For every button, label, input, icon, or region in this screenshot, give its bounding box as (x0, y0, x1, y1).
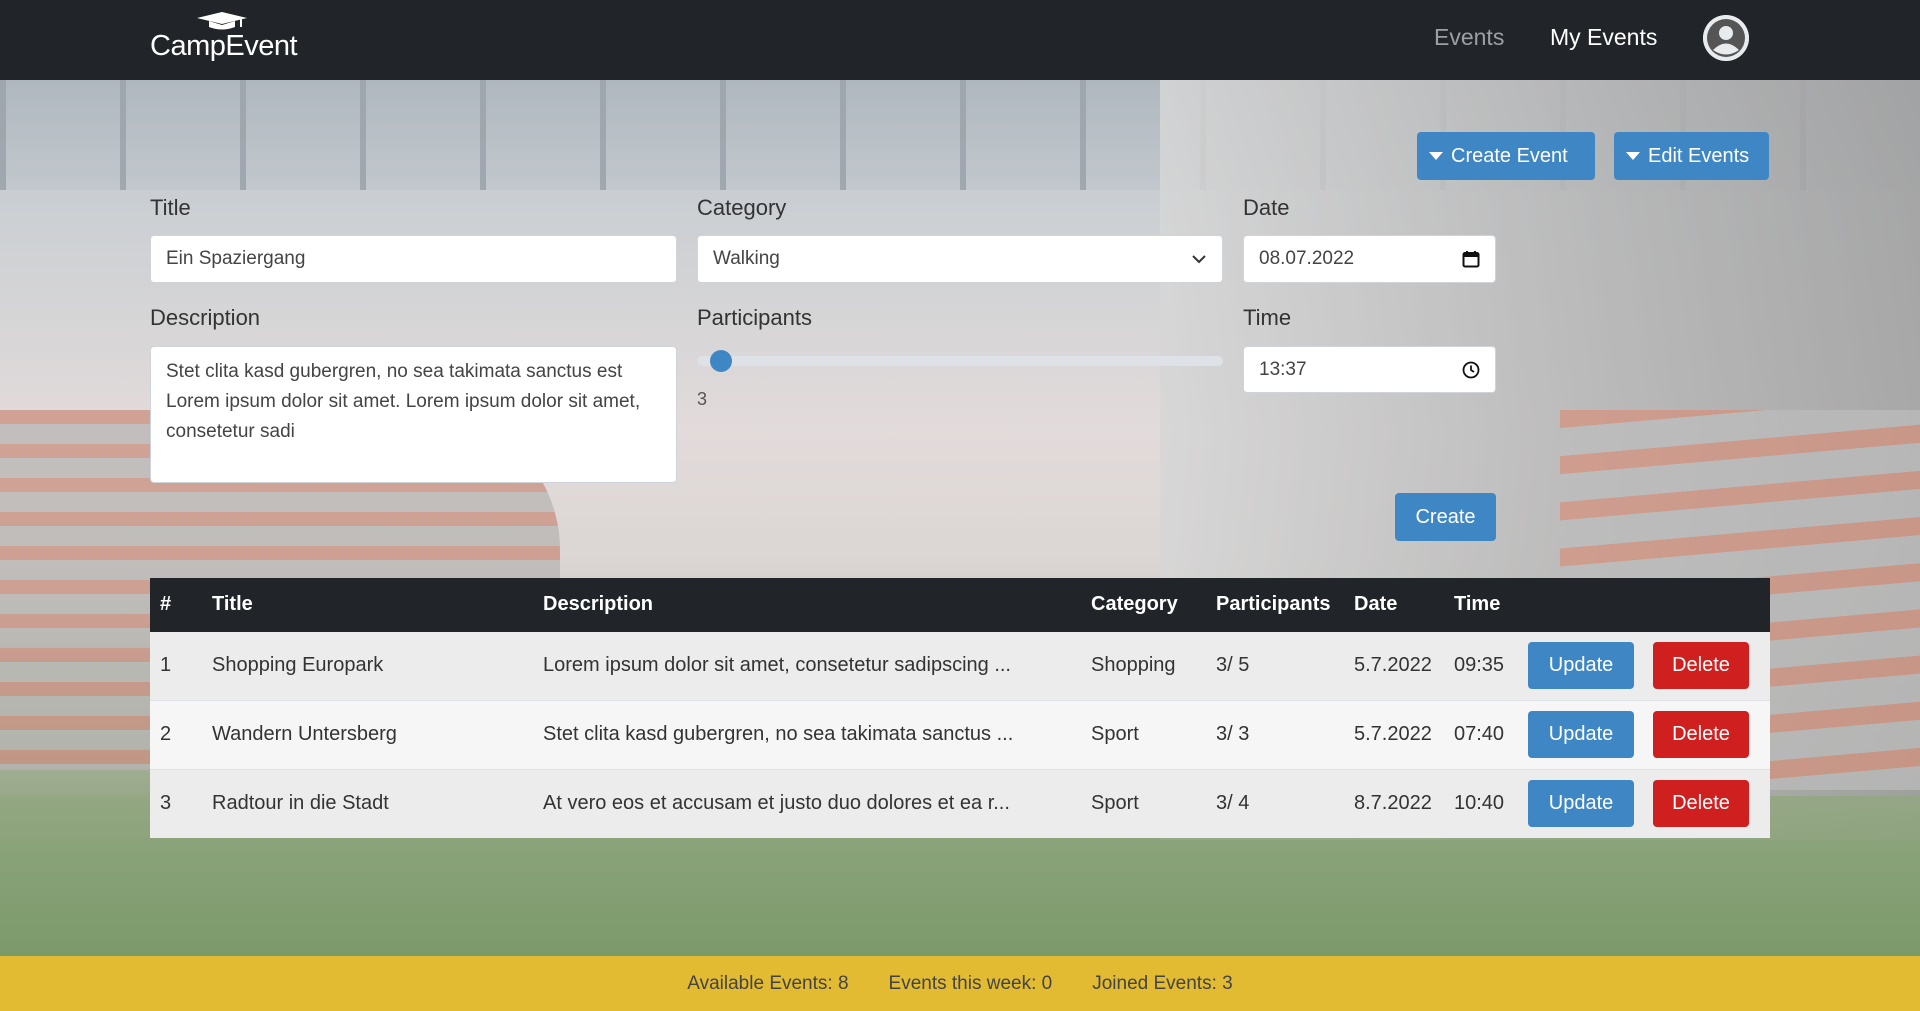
col-header-category: Category (1091, 592, 1178, 615)
graduation-cap-icon (197, 12, 247, 30)
date-label: Date (1243, 195, 1290, 220)
cell-update: Update (1518, 700, 1643, 769)
chevron-down-icon (1192, 255, 1206, 264)
col-header-participants: Participants (1216, 592, 1331, 615)
events-this-week-count: Events this week: 0 (888, 972, 1053, 994)
title-input[interactable]: Ein Spaziergang (150, 235, 677, 283)
table-row: 3 Radtour in die Stadt At vero eos et ac… (150, 769, 1770, 838)
caret-down-icon (1429, 152, 1443, 160)
cell-delete: Delete (1643, 769, 1770, 838)
cell-update: Update (1518, 631, 1643, 700)
cell-category: Sport (1091, 723, 1139, 745)
cell-description: Lorem ipsum dolor sit amet, consetetur s… (543, 654, 1011, 677)
cell-time: 10:40 (1454, 792, 1505, 815)
table-row: 1 Shopping Europark Lorem ipsum dolor si… (150, 631, 1770, 700)
table-row: 2 Wandern Untersberg Stet clita kasd gub… (150, 700, 1770, 769)
cell-category: Shopping (1091, 654, 1176, 677)
cell-date: 5.7.2022 (1354, 723, 1432, 745)
cell-number: 1 (160, 654, 172, 677)
create-event-dropdown-button[interactable]: Create Event (1417, 132, 1595, 180)
participants-slider-handle[interactable] (710, 350, 732, 372)
joined-events-count: Joined Events: 3 (1092, 972, 1233, 994)
user-circle-icon (1703, 15, 1749, 61)
update-button[interactable]: Update (1528, 711, 1634, 758)
cell-title: Wandern Untersberg (212, 723, 397, 745)
cell-update: Update (1518, 769, 1643, 838)
cell-delete: Delete (1643, 700, 1770, 769)
delete-button[interactable]: Delete (1653, 642, 1749, 690)
cell-date: 5.7.2022 (1354, 654, 1432, 677)
col-header-number: # (160, 592, 172, 615)
events-table: # Title Description Category Participant… (150, 578, 1770, 838)
update-button[interactable]: Update (1528, 642, 1634, 690)
create-button[interactable]: Create (1395, 493, 1496, 541)
cell-time: 09:35 (1454, 654, 1505, 677)
col-header-delete (1643, 578, 1770, 631)
category-label: Category (697, 195, 787, 220)
edit-events-dropdown-button[interactable]: Edit Events (1614, 132, 1769, 180)
navbar: CampEvent Events My Events (0, 0, 1920, 80)
cell-date: 8.7.2022 (1354, 792, 1432, 815)
user-avatar[interactable] (1703, 15, 1749, 61)
category-select-value: Walking (713, 248, 780, 269)
available-events-count: Available Events: 8 (687, 972, 849, 994)
time-input-value: 13:37 (1259, 358, 1307, 380)
col-header-time: Time (1454, 592, 1501, 615)
cell-delete: Delete (1643, 631, 1770, 700)
title-label: Title (150, 195, 191, 220)
delete-button[interactable]: Delete (1653, 711, 1749, 758)
col-header-update (1518, 578, 1643, 631)
cell-participants: 3/ 3 (1216, 723, 1250, 745)
cell-title: Shopping Europark (212, 654, 384, 677)
time-input[interactable]: 13:37 (1243, 346, 1496, 393)
cell-description: At vero eos et accusam et justo duo dolo… (543, 792, 1010, 815)
brand-name: CampEvent (150, 30, 298, 62)
col-header-date: Date (1354, 592, 1398, 615)
cell-participants: 3/ 4 (1216, 792, 1250, 815)
cell-time: 07:40 (1454, 723, 1505, 745)
create-event-label: Create Event (1451, 144, 1568, 167)
stats-footer: Available Events: 8 Events this week: 0 … (0, 956, 1920, 1011)
participants-label: Participants (697, 305, 812, 330)
description-textarea[interactable]: Stet clita kasd gubergren, no sea takima… (150, 346, 677, 483)
cell-participants: 3/ 5 (1216, 654, 1250, 677)
cell-number: 3 (160, 792, 172, 815)
table-header-row: # Title Description Category Participant… (150, 578, 1770, 631)
cell-title: Radtour in die Stadt (212, 792, 389, 815)
nav-link-events[interactable]: Events (1434, 24, 1504, 51)
edit-events-label: Edit Events (1648, 144, 1750, 167)
cell-description: Stet clita kasd gubergren, no sea takima… (543, 723, 1014, 745)
participants-slider-track[interactable] (697, 356, 1223, 366)
category-select[interactable]: Walking (697, 235, 1223, 283)
clock-icon[interactable] (1462, 361, 1480, 379)
time-label: Time (1243, 305, 1292, 330)
delete-button[interactable]: Delete (1653, 780, 1749, 828)
caret-down-icon (1626, 152, 1640, 160)
participants-value: 3 (697, 389, 708, 409)
col-header-title: Title (212, 592, 253, 615)
description-textarea-value: Stet clita kasd gubergren, no sea takima… (166, 361, 641, 442)
cell-number: 2 (160, 723, 172, 745)
date-input[interactable]: 08.07.2022 (1243, 235, 1496, 283)
nav-link-my-events[interactable]: My Events (1550, 24, 1657, 51)
calendar-icon[interactable] (1462, 250, 1480, 268)
update-button[interactable]: Update (1528, 780, 1634, 828)
col-header-description: Description (543, 592, 654, 615)
cell-category: Sport (1091, 792, 1139, 815)
date-input-value: 08.07.2022 (1259, 248, 1355, 269)
description-label: Description (150, 305, 261, 330)
title-input-value: Ein Spaziergang (166, 248, 306, 269)
